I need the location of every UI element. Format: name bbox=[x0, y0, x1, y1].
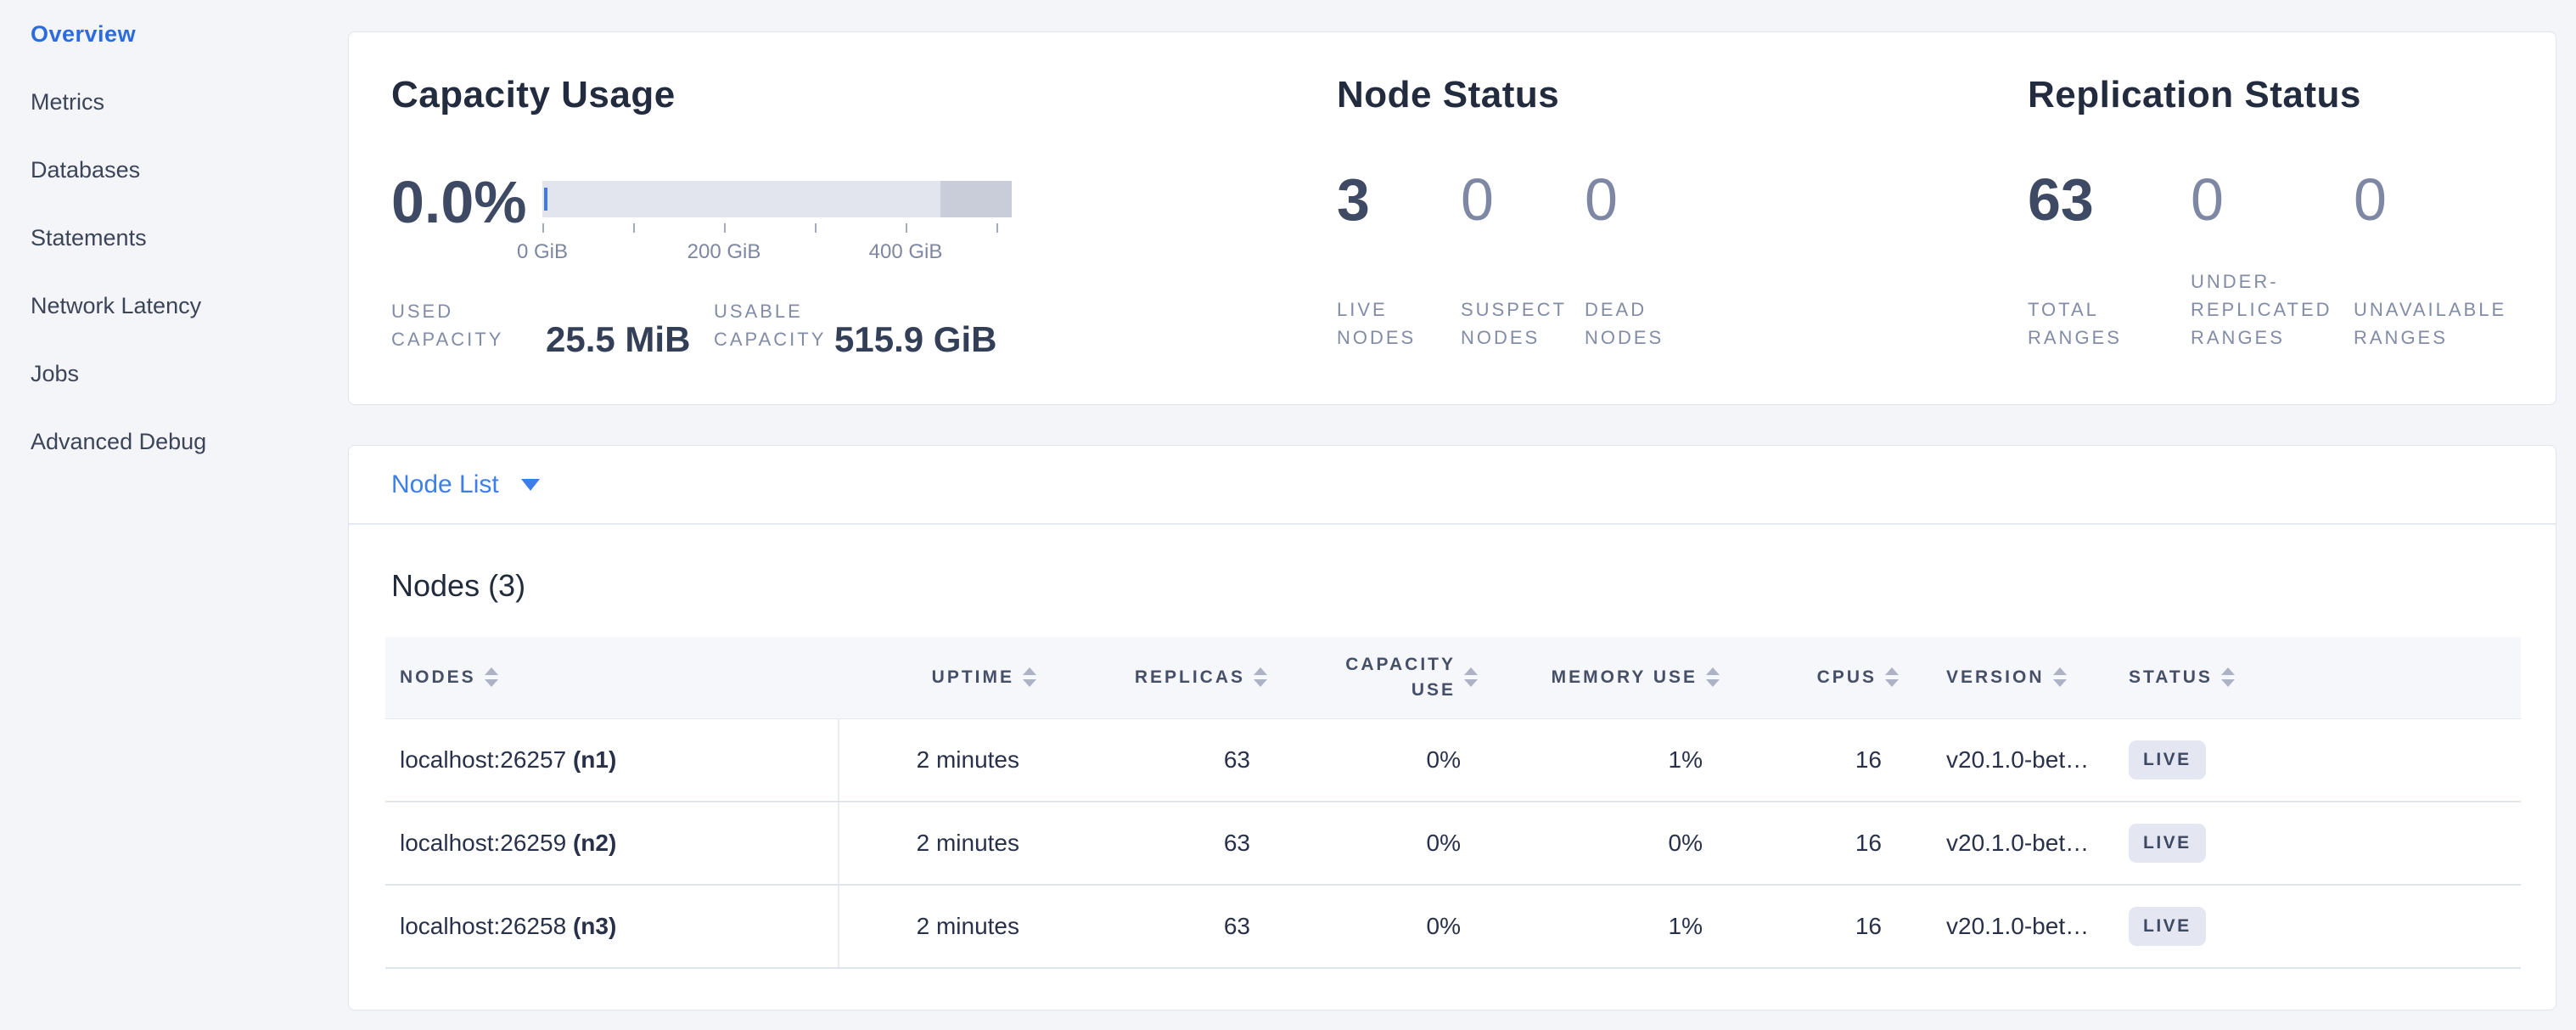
sidebar-item-overview[interactable]: Overview bbox=[0, 0, 348, 68]
usable-capacity-value: 515.9 GiB bbox=[834, 319, 996, 360]
sidebar: Overview Metrics Databases Statements Ne… bbox=[0, 0, 348, 476]
sort-icon[interactable] bbox=[1706, 667, 1720, 687]
capacity-usage-title: Capacity Usage bbox=[391, 73, 676, 117]
chevron-down-icon bbox=[521, 479, 540, 491]
sort-icon[interactable] bbox=[2221, 667, 2235, 687]
uptime-cell: 2 minutes bbox=[839, 718, 1053, 802]
cluster-summary-card: Capacity Usage 0.0% 0 GiB 200 GiB 400 Gi… bbox=[348, 31, 2556, 405]
sidebar-item-jobs[interactable]: Jobs bbox=[0, 340, 348, 408]
node-address-cell: localhost:26258 (n3) bbox=[385, 885, 839, 968]
column-header-version[interactable]: VERSION bbox=[1916, 637, 2119, 718]
usable-capacity-label: USABLE CAPACITY bbox=[714, 297, 826, 353]
node-address-cell: localhost:26257 (n1) bbox=[385, 718, 839, 802]
node-list-card: Node List Nodes (3) NODES UPTIME bbox=[348, 445, 2556, 1010]
cluster-overview-page: Overview Metrics Databases Statements Ne… bbox=[0, 0, 2576, 1030]
status-badge: LIVE bbox=[2129, 824, 2206, 863]
version-cell: v20.1.0-bet… bbox=[1916, 718, 2119, 802]
view-selector-label: Node List bbox=[391, 470, 499, 499]
sort-icon[interactable] bbox=[1464, 667, 1478, 687]
capacity-bar-reserved-segment bbox=[940, 181, 1012, 217]
capacity-bar-used-indicator bbox=[544, 188, 547, 211]
total-ranges-stat: 63 TOTAL RANGES bbox=[2028, 32, 2191, 404]
capacity-use-cell: 0% bbox=[1284, 718, 1495, 802]
uptime-cell: 2 minutes bbox=[839, 885, 1053, 968]
unavailable-ranges-stat: 0 UNAVAILABLE RANGES bbox=[2354, 32, 2523, 404]
suspect-nodes-stat: 0 SUSPECT NODES bbox=[1461, 32, 1585, 404]
sidebar-item-statements[interactable]: Statements bbox=[0, 204, 348, 272]
live-nodes-stat: 3 LIVE NODES bbox=[1337, 32, 1461, 404]
column-header-cpus[interactable]: CPUS bbox=[1737, 637, 1916, 718]
capacity-used-percent: 0.0% bbox=[391, 168, 527, 236]
column-header-uptime[interactable]: UPTIME bbox=[839, 637, 1053, 718]
capacity-bar-chart: 0 GiB 200 GiB 400 GiB bbox=[542, 181, 1012, 287]
column-header-replicas[interactable]: REPLICAS bbox=[1053, 637, 1284, 718]
sort-icon[interactable] bbox=[485, 667, 498, 687]
column-header-nodes[interactable]: NODES bbox=[385, 637, 839, 718]
dead-nodes-stat: 0 DEAD NODES bbox=[1585, 32, 1720, 404]
capacity-use-cell: 0% bbox=[1284, 802, 1495, 885]
view-selector-dropdown[interactable]: Node List bbox=[349, 446, 2556, 525]
memory-use-cell: 1% bbox=[1495, 885, 1737, 968]
under-replicated-ranges-stat: 0 UNDER- REPLICATED RANGES bbox=[2191, 32, 2354, 404]
table-row[interactable]: localhost:26259 (n2) 2 minutes 63 0% 0% … bbox=[385, 802, 2521, 885]
memory-use-cell: 0% bbox=[1495, 802, 1737, 885]
axis-tick-label: 200 GiB bbox=[656, 240, 792, 264]
nodes-section-title: Nodes (3) bbox=[391, 567, 2519, 605]
capacity-axis bbox=[542, 223, 1012, 234]
sort-icon[interactable] bbox=[1023, 667, 1036, 687]
table-header-row: NODES UPTIME REPLICAS CAPACITY USE bbox=[385, 637, 2521, 718]
replicas-cell: 63 bbox=[1053, 802, 1284, 885]
cpus-cell: 16 bbox=[1737, 885, 1916, 968]
column-header-memory-use[interactable]: MEMORY USE bbox=[1495, 637, 1737, 718]
status-cell: LIVE bbox=[2119, 802, 2521, 885]
uptime-cell: 2 minutes bbox=[839, 802, 1053, 885]
cpus-cell: 16 bbox=[1737, 718, 1916, 802]
version-cell: v20.1.0-bet… bbox=[1916, 885, 2119, 968]
axis-tick-label: 0 GiB bbox=[474, 240, 610, 264]
capacity-bar bbox=[542, 181, 1012, 217]
node-address-cell: localhost:26259 (n2) bbox=[385, 802, 839, 885]
capacity-use-cell: 0% bbox=[1284, 885, 1495, 968]
version-cell: v20.1.0-bet… bbox=[1916, 802, 2119, 885]
memory-use-cell: 1% bbox=[1495, 718, 1737, 802]
table-row[interactable]: localhost:26258 (n3) 2 minutes 63 0% 1% … bbox=[385, 885, 2521, 968]
status-cell: LIVE bbox=[2119, 885, 2521, 968]
replicas-cell: 63 bbox=[1053, 885, 1284, 968]
used-capacity-value: 25.5 MiB bbox=[546, 319, 690, 360]
sort-icon[interactable] bbox=[1885, 667, 1899, 687]
sort-icon[interactable] bbox=[1254, 667, 1267, 687]
status-badge: LIVE bbox=[2129, 740, 2206, 780]
column-header-status[interactable]: STATUS bbox=[2119, 637, 2521, 718]
sidebar-item-advanced-debug[interactable]: Advanced Debug bbox=[0, 408, 348, 476]
axis-tick-label: 400 GiB bbox=[838, 240, 974, 264]
sidebar-item-databases[interactable]: Databases bbox=[0, 136, 348, 204]
nodes-section: Nodes (3) NODES UPTIME bbox=[349, 567, 2556, 969]
replicas-cell: 63 bbox=[1053, 718, 1284, 802]
sidebar-item-network-latency[interactable]: Network Latency bbox=[0, 272, 348, 340]
status-badge: LIVE bbox=[2129, 907, 2206, 946]
status-cell: LIVE bbox=[2119, 718, 2521, 802]
column-header-capacity-use[interactable]: CAPACITY USE bbox=[1284, 637, 1495, 718]
cpus-cell: 16 bbox=[1737, 802, 1916, 885]
nodes-table: NODES UPTIME REPLICAS CAPACITY USE bbox=[385, 637, 2521, 969]
table-row[interactable]: localhost:26257 (n1) 2 minutes 63 0% 1% … bbox=[385, 718, 2521, 802]
used-capacity-label: USED CAPACITY bbox=[391, 297, 503, 353]
sort-icon[interactable] bbox=[2053, 667, 2067, 687]
sidebar-item-metrics[interactable]: Metrics bbox=[0, 68, 348, 136]
